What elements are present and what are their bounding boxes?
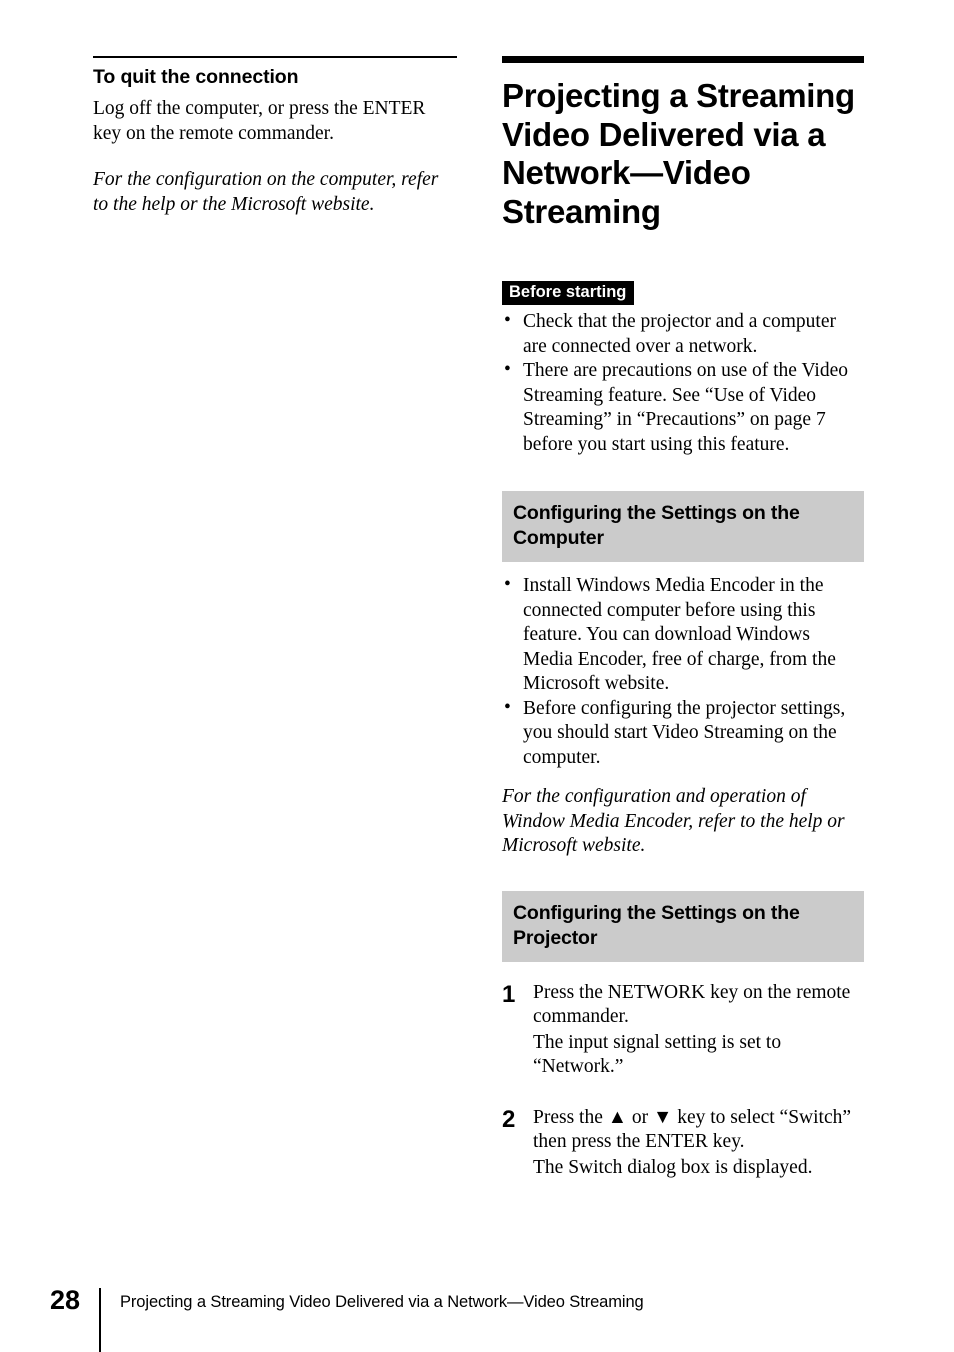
list-item-text: Install Windows Media Encoder in the con…: [523, 575, 836, 694]
step-number: 2: [502, 1105, 516, 1133]
section-projector: Configuring the Settings on the Projecto…: [502, 890, 864, 1181]
list-item: • Install Windows Media Encoder in the c…: [502, 574, 864, 697]
status-badge: Before starting: [502, 281, 635, 305]
section-header-band-computer: Configuring the Settings on the Computer: [502, 491, 864, 562]
footer-divider: [99, 1288, 101, 1352]
footer-running-title: Projecting a Streaming Video Delivered v…: [120, 1293, 644, 1311]
step-item: 2 Press the ▲ or ▼ key to select “Switch…: [502, 1106, 864, 1181]
list-item: • There are precautions on use of the Vi…: [502, 359, 864, 457]
section-divider-rule: [93, 56, 457, 58]
section-header-band-projector: Configuring the Settings on the Projecto…: [502, 890, 864, 962]
list-item: • Before configuring the projector setti…: [502, 697, 864, 771]
computer-bullet-list: • Install Windows Media Encoder in the c…: [502, 574, 864, 770]
bullet-icon: •: [504, 696, 511, 718]
left-italic-note: For the configuration on the computer, r…: [93, 169, 439, 215]
step-result: The input signal setting is set to “Netw…: [533, 1031, 782, 1078]
before-starting-bullet-list: • Check that the projector and a compute…: [502, 310, 864, 457]
section-computer: Configuring the Settings on the Computer…: [502, 491, 864, 859]
step-result: The Switch dialog box is displayed.: [533, 1156, 813, 1178]
right-column: Projecting a Streaming Video Delivered v…: [502, 56, 864, 1206]
computer-italic-note: For the configuration and operation of W…: [502, 786, 845, 856]
step-instruction: Press the NETWORK key on the remote comm…: [533, 981, 851, 1028]
before-starting-block: Before starting • Check that the project…: [502, 281, 864, 457]
projector-step-list: 1 Press the NETWORK key on the remote co…: [502, 981, 864, 1181]
section-heading-computer: Configuring the Settings on the Computer: [513, 502, 800, 549]
bullet-icon: •: [504, 574, 511, 595]
list-item-text: Check that the projector and a computer …: [523, 311, 836, 357]
list-item: • Check that the projector and a compute…: [502, 310, 864, 359]
left-section-heading: To quit the connection: [93, 66, 299, 88]
chapter-rule: [502, 56, 864, 63]
step-number: 1: [502, 980, 516, 1008]
list-item-text: Before configuring the projector setting…: [523, 697, 846, 768]
list-item-text: There are precautions on use of the Vide…: [523, 360, 848, 455]
page-title: Projecting a Streaming Video Delivered v…: [502, 77, 855, 230]
left-body-paragraph: Log off the computer, or press the ENTER…: [93, 98, 426, 144]
left-column: To quit the connection Log off the compu…: [93, 56, 457, 217]
document-page: To quit the connection Log off the compu…: [0, 0, 954, 1352]
step-instruction: Press the ▲ or ▼ key to select “Switch” …: [533, 1106, 852, 1153]
page-number: 28: [50, 1285, 81, 1315]
bullet-icon: •: [504, 359, 511, 380]
step-item: 1 Press the NETWORK key on the remote co…: [502, 981, 864, 1080]
bullet-icon: •: [504, 310, 511, 331]
section-heading-projector: Configuring the Settings on the Projecto…: [513, 901, 800, 949]
page-footer: 28 Projecting a Streaming Video Delivere…: [50, 1280, 910, 1352]
